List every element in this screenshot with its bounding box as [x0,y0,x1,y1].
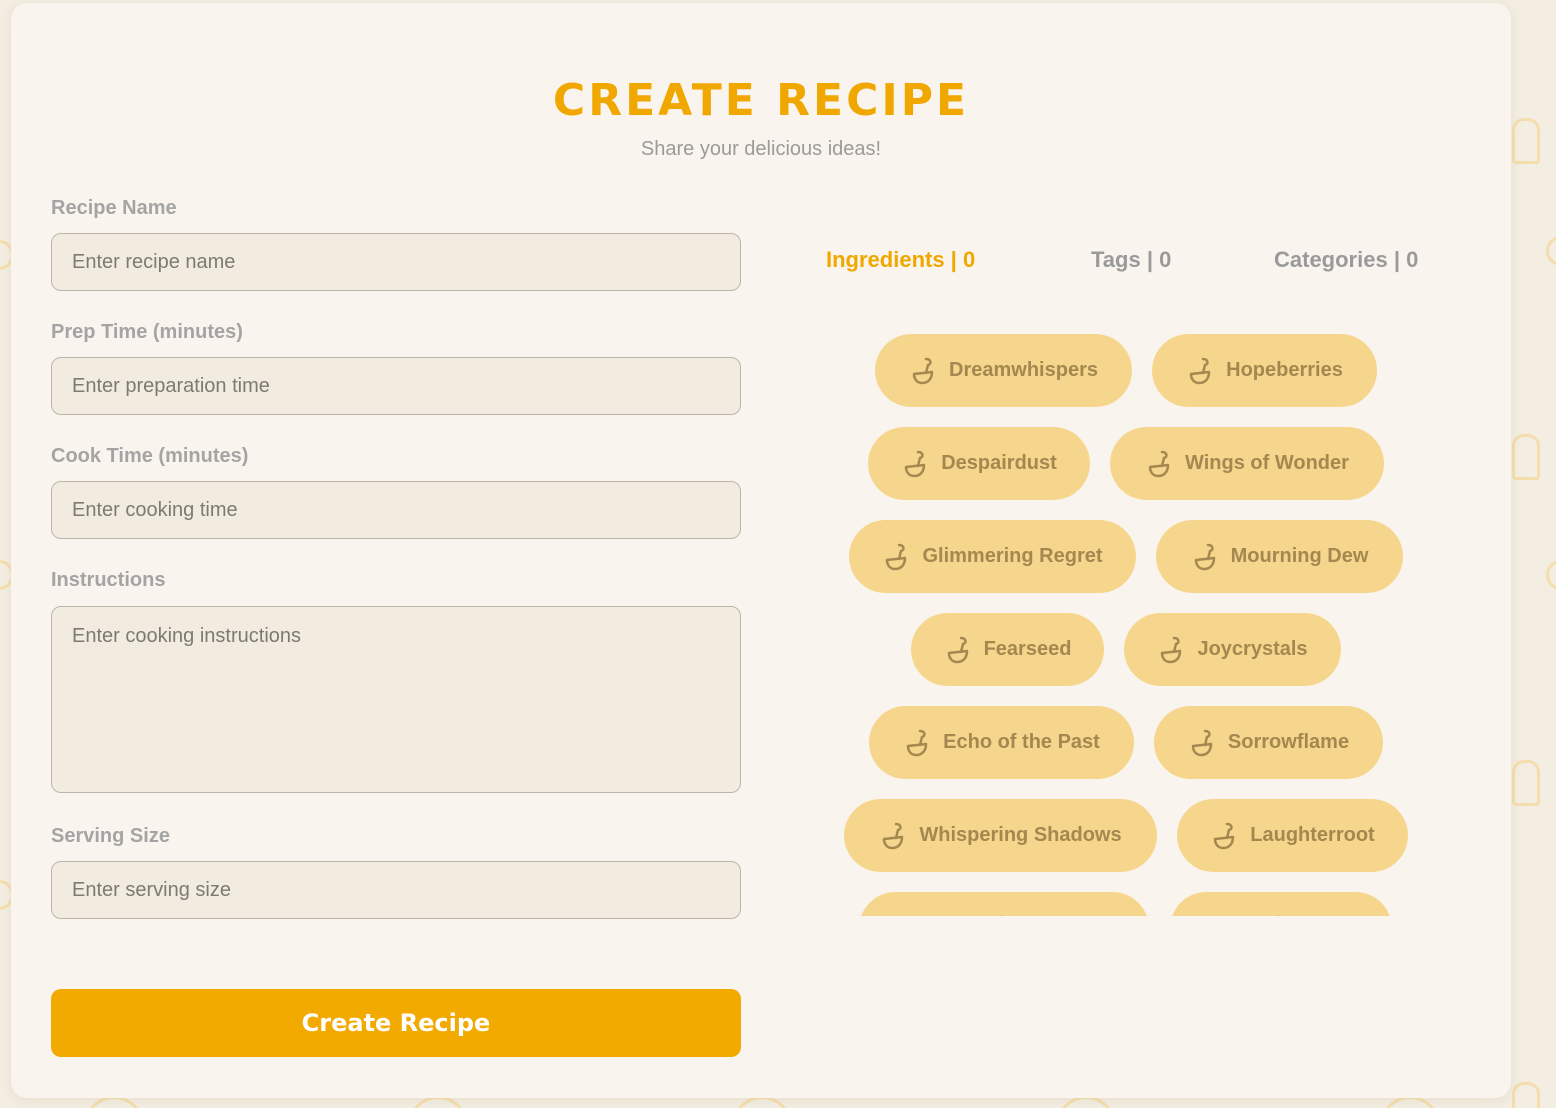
popsicle-icon [1512,434,1540,480]
instructions-textarea[interactable] [51,606,741,793]
prep-time-input[interactable] [51,357,741,415]
cook-time-input[interactable] [51,481,741,539]
create-recipe-card: CREATE RECIPE Share your delicious ideas… [11,3,1511,1098]
ingredient-chip[interactable] [1170,892,1392,916]
donut-icon [1546,236,1556,266]
ingredient-label: Laughterroot [1250,824,1375,846]
ingredient-label: Joycrystals [1197,638,1308,660]
ingredient-chip[interactable]: Hopeberries [1152,334,1377,407]
ladle-icon [1194,543,1215,570]
instructions-label: Instructions [51,569,166,591]
ingredient-label: Echo of the Past [943,731,1100,753]
ladle-icon [912,357,934,384]
ingredient-label: Sorrowflame [1227,731,1350,753]
ingredient-chip[interactable]: Despairdust [868,427,1090,500]
ingredient-chip[interactable]: Dreamwhispers [875,334,1132,407]
tab-tags[interactable]: Tags | 0 [1091,247,1171,273]
ingredient-chip[interactable]: Wings of Wonder [1110,427,1384,500]
ingredient-label: Dreamwhispers [949,359,1098,381]
ladle-icon [1161,636,1182,663]
create-recipe-button[interactable]: Create Recipe [51,989,741,1057]
ingredient-chip[interactable]: Joycrystals [1124,613,1341,686]
ladle-icon [904,450,926,477]
tab-ingredients[interactable]: Ingredients | 0 [826,247,975,273]
ingredient-list: Dreamwhispers Hopeberries Despairdust Wi… [831,323,1471,916]
tab-bar: Ingredients | 0 Tags | 0 Categories | 0 [11,247,1511,283]
ladle-icon [1276,915,1282,916]
ingredient-chip[interactable]: Fearseed [911,613,1104,686]
serving-size-input[interactable] [51,861,741,919]
ladle-icon [999,915,1005,916]
ingredient-label: Glimmering Regret [922,545,1103,567]
page-subtitle: Share your delicious ideas! [640,138,882,160]
ladle-icon [947,636,968,663]
recipe-name-label: Recipe Name [51,197,177,219]
prep-time-label: Prep Time (minutes) [51,321,243,343]
ladle-icon [1214,822,1235,849]
tab-categories[interactable]: Categories | 0 [1274,247,1418,273]
ladle-icon [1191,729,1213,756]
ingredient-chip[interactable]: Laughterroot [1177,799,1408,872]
popsicle-icon [1512,118,1540,164]
ladle-icon [1148,450,1170,477]
ingredient-label: Hopeberries [1226,359,1343,381]
ladle-icon [906,729,928,756]
ingredient-chip[interactable]: Echo of the Past [869,706,1134,779]
ingredient-chip[interactable]: Sorrowflame [1154,706,1383,779]
donut-icon [1546,560,1556,590]
ingredient-chip[interactable]: Glimmering Regret [849,520,1136,593]
serving-size-label: Serving Size [51,825,170,847]
ladle-icon [883,822,904,849]
ladle-icon [886,543,907,570]
ingredient-chip[interactable]: Mourning Dew [1156,520,1403,593]
ingredient-chip[interactable]: Whispering Shadows [844,799,1157,872]
ingredient-label: Wings of Wonder [1185,452,1349,474]
ladle-icon [1189,357,1211,384]
ingredient-chip[interactable] [859,892,1149,916]
ingredient-label: Despairdust [941,452,1057,474]
popsicle-icon [1512,760,1540,806]
popsicle-icon [1512,1082,1540,1108]
page-title: CREATE RECIPE [552,75,970,126]
ingredient-label: Mourning Dew [1230,545,1369,567]
ingredient-label: Whispering Shadows [919,824,1122,846]
ingredient-label: Fearseed [983,638,1072,660]
cook-time-label: Cook Time (minutes) [51,445,249,467]
